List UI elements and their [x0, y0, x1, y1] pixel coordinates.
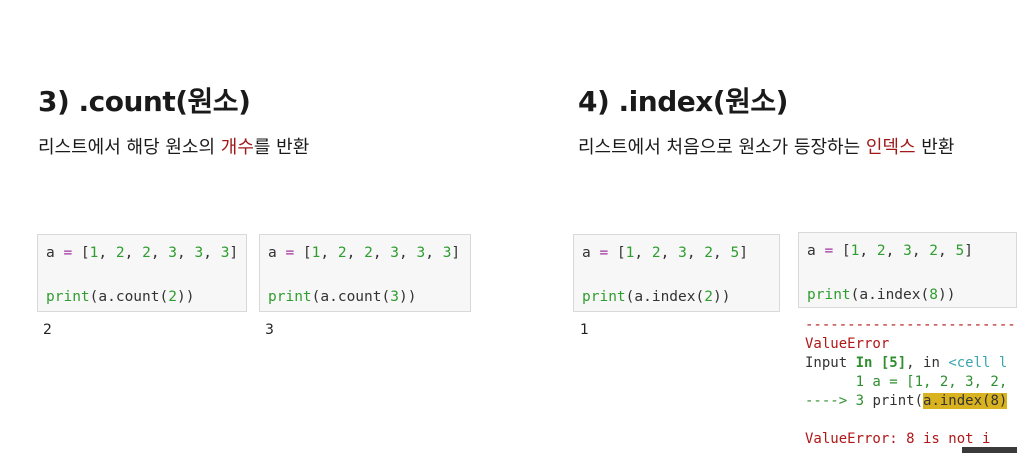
code-line-assign: a = [1, 2, 3, 2, 5] [807, 243, 973, 259]
traceback-cell-ref: <cell l [948, 355, 1008, 371]
error-traceback: --------------------------- ValueError I… [805, 316, 1017, 453]
taskbar-fragment [962, 447, 1017, 453]
count-desc-highlight: 개수 [220, 137, 254, 158]
index-desc-text: 리스트에서 처음으로 원소가 등장하는 [578, 137, 866, 158]
count-heading: 3) .count(원소) [38, 85, 251, 118]
index-description: 리스트에서 처음으로 원소가 등장하는 인덱스 반환 [578, 133, 954, 159]
code-cell-index-2[interactable]: a = [1, 2, 3, 2, 5] print(a.index(2)) [573, 234, 780, 312]
cell-output: 3 [265, 322, 274, 338]
traceback-input-sep: , in [906, 355, 949, 371]
count-desc-suffix: 를 반환 [253, 137, 310, 158]
code-line-print: print(a.count(2)) [46, 289, 195, 305]
index-desc-suffix: 반환 [915, 137, 955, 158]
traceback-arrow: ----> 3 [805, 393, 873, 409]
code-line-assign: a = [1, 2, 2, 3, 3, 3] [46, 245, 239, 261]
code-cell-index-8[interactable]: a = [1, 2, 3, 2, 5] print(a.index(8)) [798, 232, 1017, 308]
traceback-input-label: Input [805, 355, 856, 371]
traceback-arrow-code: print( [872, 393, 924, 409]
index-desc-highlight: 인덱스 [865, 137, 916, 158]
traceback-input-in: In [5] [855, 355, 907, 371]
code-line-assign: a = [1, 2, 3, 2, 5] [582, 245, 748, 261]
code-cell-count-3[interactable]: a = [1, 2, 2, 3, 3, 3] print(a.count(3)) [259, 234, 471, 312]
count-desc-text: 리스트에서 해당 원소의 [38, 137, 221, 158]
traceback-highlight: a.index(8) [923, 393, 1008, 409]
code-line-print: print(a.index(2)) [582, 289, 731, 305]
cell-output: 1 [580, 322, 589, 338]
code-line-assign: a = [1, 2, 2, 3, 3, 3] [268, 245, 461, 261]
traceback-final-error: ValueError: 8 is not i [805, 431, 991, 447]
code-line-print: print(a.index(8)) [807, 287, 956, 303]
index-heading: 4) .index(원소) [578, 85, 788, 118]
code-line-print: print(a.count(3)) [268, 289, 417, 305]
cell-output: 2 [43, 322, 52, 338]
traceback-code-line: 1 a = [1, 2, 3, 2, [805, 374, 1008, 390]
traceback-error-name: ValueError [805, 336, 890, 352]
traceback-separator: --------------------------- [805, 317, 1017, 333]
code-cell-count-2[interactable]: a = [1, 2, 2, 3, 3, 3] print(a.count(2)) [37, 234, 247, 312]
count-description: 리스트에서 해당 원소의 개수를 반환 [38, 133, 309, 159]
